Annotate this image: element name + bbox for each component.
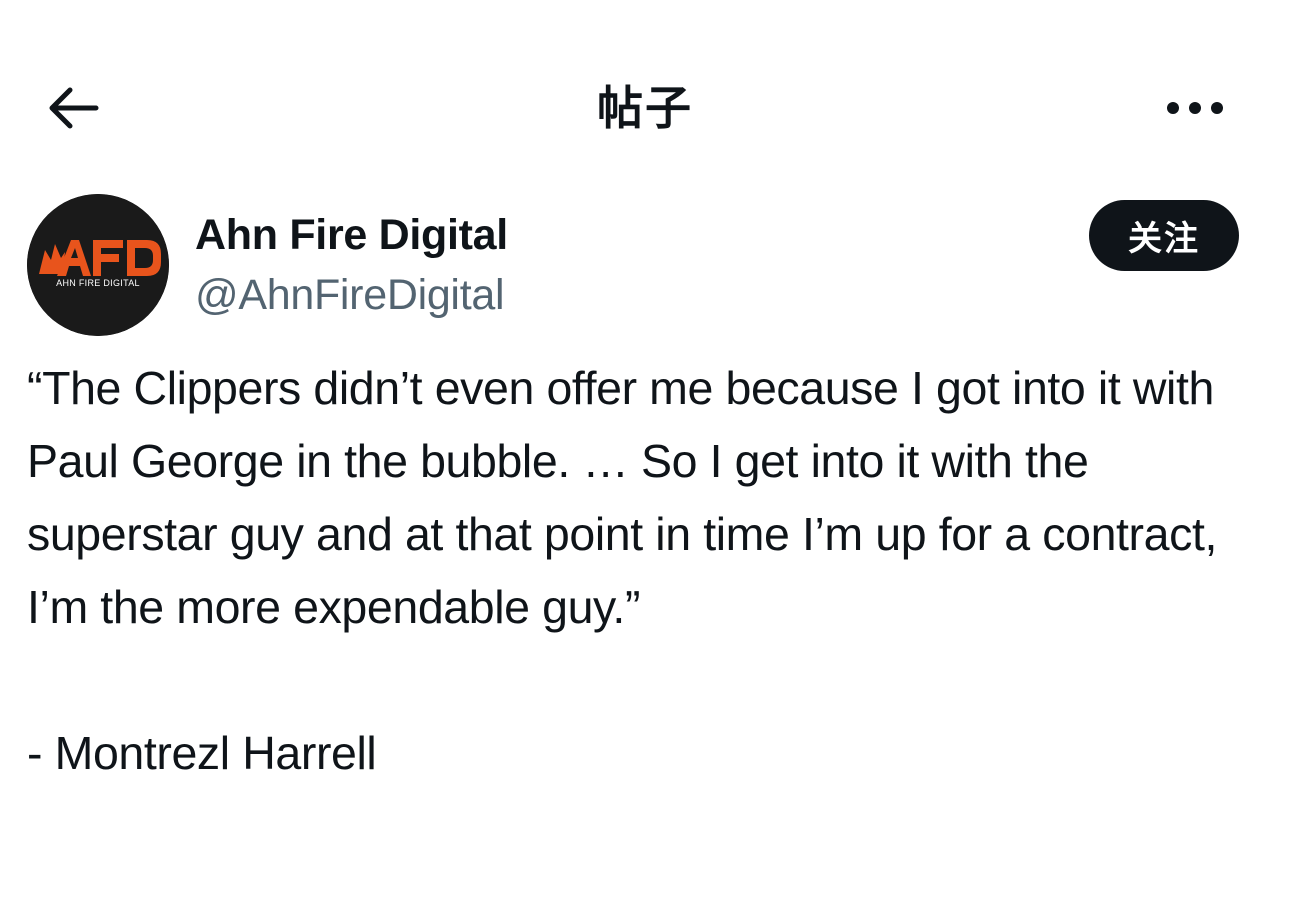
more-options-button[interactable] — [1160, 78, 1230, 138]
post-detail-page: 帖子 AHN FIRE DIGITAL Ahn Fire Digital @Ah… — [0, 0, 1290, 918]
follow-button[interactable]: 关注 — [1089, 200, 1239, 271]
avatar-subtext: AHN FIRE DIGITAL — [56, 278, 140, 288]
page-title: 帖子 — [597, 82, 693, 134]
post-text: “The Clippers didn’t even offer me becau… — [27, 362, 1217, 779]
author-handle[interactable]: @AhnFireDigital — [195, 268, 505, 322]
afd-logo: AHN FIRE DIGITAL — [27, 194, 169, 336]
top-bar: 帖子 — [0, 0, 1290, 200]
avatar[interactable]: AHN FIRE DIGITAL — [27, 194, 169, 336]
author-name[interactable]: Ahn Fire Digital — [195, 208, 508, 262]
ellipsis-icon — [1167, 102, 1223, 114]
